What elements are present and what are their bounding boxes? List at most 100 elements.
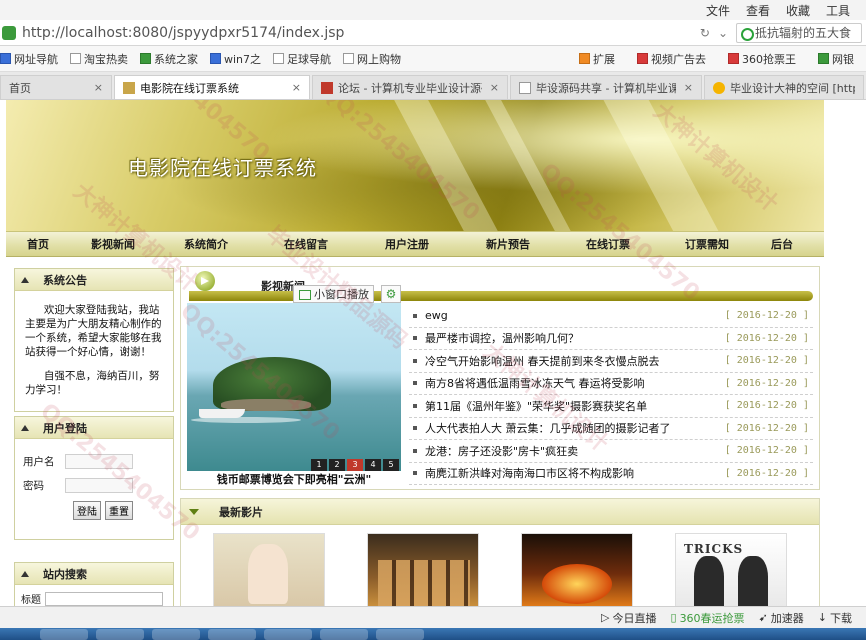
film-poster[interactable]	[367, 533, 479, 606]
notice-body: 欢迎大家登陆我站，我站主要是为广大朋友精心制作的一个系统，希望大家能够在我站获得…	[15, 291, 173, 397]
nav-register[interactable]: 用户注册	[356, 236, 458, 252]
page-icon	[70, 53, 81, 64]
bookmark-item[interactable]: 网址导航	[0, 51, 58, 67]
taskbar-button[interactable]	[152, 629, 200, 640]
spring-ticket-button[interactable]: ▯ 360春运抢票	[671, 610, 745, 626]
page-icon	[140, 53, 151, 64]
bookmark-item[interactable]: 足球导航	[273, 51, 331, 67]
list-item[interactable]: 龙港：房子还没影"房卡"疯狂卖[ 2016-12-20 ]	[409, 440, 813, 463]
menu-view[interactable]: 查看	[746, 2, 770, 19]
taskbar-button[interactable]	[40, 629, 88, 640]
download-button[interactable]: ↓ 下载	[818, 610, 852, 626]
bullet-icon	[413, 358, 417, 363]
slideshow-caption[interactable]: 钱币邮票博览会下即亮相"云洲"	[187, 471, 401, 489]
browser-menubar: 文件 查看 收藏 工具	[0, 0, 866, 20]
pager-button-active[interactable]: 3	[347, 459, 363, 471]
login-button[interactable]: 登陆	[73, 501, 101, 520]
bank-button[interactable]: 网银	[818, 51, 854, 67]
reset-button[interactable]: 重置	[105, 501, 133, 520]
list-item[interactable]: 最严楼市调控，温州影响几何？[ 2016-12-20 ]	[409, 328, 813, 350]
menu-file[interactable]: 文件	[706, 2, 730, 19]
tab-cinema[interactable]: 电影院在线订票系统 ×	[114, 75, 310, 99]
taskbar-button[interactable]	[96, 629, 144, 640]
video-ad-button[interactable]: 视频广告去	[637, 51, 706, 67]
nav-guestbook[interactable]: 在线留言	[256, 236, 356, 252]
dropdown-icon[interactable]: ⌄	[718, 26, 728, 40]
address-bar: http://localhost:8080/jspyydpxr5174/inde…	[0, 20, 866, 46]
nav-upcoming[interactable]: 新片预告	[458, 236, 558, 252]
login-heading: 用户登陆	[43, 421, 87, 435]
close-icon[interactable]: ×	[490, 81, 499, 94]
search-heading: 站内搜索	[43, 567, 87, 581]
nav-admin[interactable]: 后台	[756, 236, 808, 252]
search-box[interactable]: 抵抗辐射的五大食	[736, 22, 862, 43]
banner-decoration	[594, 100, 738, 231]
list-item[interactable]: 第11届《温州年鉴》"荣华奖"摄影赛获奖名单[ 2016-12-20 ]	[409, 395, 813, 418]
taskbar-button[interactable]	[376, 629, 424, 640]
accelerator-button[interactable]: ➹ 加速器	[759, 610, 804, 626]
list-item[interactable]: 冷空气开始影响温州 春天提前到来冬衣慢点脱去[ 2016-12-20 ]	[409, 350, 813, 373]
site-search-input[interactable]	[45, 591, 163, 606]
latest-films-section: 最新影片 TRICKS	[180, 498, 820, 606]
pager-button[interactable]: 4	[365, 459, 381, 471]
taskbar-button[interactable]	[320, 629, 368, 640]
menu-tools[interactable]: 工具	[826, 2, 850, 19]
bullet-icon	[413, 471, 417, 476]
triangle-icon	[21, 570, 29, 577]
poster-figure	[542, 564, 612, 604]
tab-source-share[interactable]: 毕设源码共享 - 计算机毕业课程设计 ×	[510, 75, 702, 99]
list-item[interactable]: 南方8省将遇低温雨雪冰冻天气 春运将受影响[ 2016-12-20 ]	[409, 373, 813, 395]
header-bar	[189, 291, 813, 301]
url-field[interactable]: http://localhost:8080/jspyydpxr5174/inde…	[22, 25, 700, 41]
tab-forum[interactable]: 论坛 - 计算机专业毕业设计源码网 ×	[312, 75, 508, 99]
refresh-icon[interactable]: ↻	[700, 26, 710, 40]
gear-icon[interactable]: ⚙	[381, 285, 401, 303]
nav-booking-notice[interactable]: 订票需知	[658, 236, 756, 252]
list-item[interactable]: ewg[ 2016-12-20 ]	[409, 305, 813, 328]
films-heading: 最新影片	[219, 505, 263, 519]
username-field[interactable]	[65, 453, 133, 469]
status-bar: ▷ 今日直播 ▯ 360春运抢票 ➹ 加速器 ↓ 下载	[0, 606, 866, 628]
taskbar-button[interactable]	[264, 629, 312, 640]
film-icon	[123, 81, 135, 94]
bookmark-item[interactable]: win7之	[210, 51, 261, 67]
tab-space[interactable]: 毕业设计大神的空间 [http://	[704, 75, 864, 99]
news-slideshow[interactable]: 1 2 3 4 5	[187, 303, 401, 471]
pager-button[interactable]: 1	[311, 459, 327, 471]
bookmark-item[interactable]: 淘宝热卖	[70, 51, 128, 67]
site-title: 电影院在线订票系统	[128, 156, 317, 180]
poster-title: TRICKS	[684, 542, 744, 556]
nav-booking[interactable]: 在线订票	[558, 236, 658, 252]
extensions-button[interactable]: 扩展	[579, 51, 615, 67]
list-item[interactable]: 人大代表拍人大 萧云集：几乎成随团的摄影记者了[ 2016-12-20 ]	[409, 418, 813, 440]
menu-favorites[interactable]: 收藏	[786, 2, 810, 19]
bookmark-item[interactable]: 系统之家	[140, 51, 198, 67]
notice-heading: 系统公告	[43, 273, 87, 287]
film-poster[interactable]	[213, 533, 325, 606]
bookmark-item[interactable]: 网上购物	[343, 51, 401, 67]
tab-strip: 首页 × 电影院在线订票系统 × 论坛 - 计算机专业毕业设计源码网 × 毕设源…	[0, 72, 866, 100]
close-icon[interactable]: ×	[292, 81, 301, 94]
search-title-label: 标题	[21, 595, 41, 606]
nav-about[interactable]: 系统简介	[156, 236, 256, 252]
tab-home[interactable]: 首页 ×	[0, 75, 112, 99]
login-box: 用户登陆 用户名 密码 登陆 重置	[14, 416, 174, 540]
nav-home[interactable]: 首页	[6, 236, 70, 252]
pager-button[interactable]: 2	[329, 459, 345, 471]
live-button[interactable]: ▷ 今日直播	[601, 610, 656, 626]
close-icon[interactable]: ×	[684, 81, 693, 94]
bank-icon	[818, 53, 829, 64]
list-item[interactable]: 南麂江新洪峰对海南海口市区将不构成影响[ 2016-12-20 ]	[409, 463, 813, 485]
pager-button[interactable]: 5	[383, 459, 399, 471]
play-icon	[195, 271, 215, 291]
film-poster[interactable]: TRICKS	[675, 533, 787, 606]
close-icon[interactable]: ×	[94, 81, 103, 94]
mini-window-play-button[interactable]: 小窗口播放	[293, 285, 374, 303]
ticket-grabber-button[interactable]: 360抢票王	[728, 51, 796, 67]
taskbar-button[interactable]	[208, 629, 256, 640]
password-field[interactable]	[65, 477, 133, 493]
film-poster[interactable]	[521, 533, 633, 606]
nav-news[interactable]: 影视新闻	[70, 236, 156, 252]
shield-icon	[2, 25, 16, 40]
main-content: 影视新闻 小窗口播放 ⚙ 1 2 3 4 5 钱币邮票博览会下即亮相"云洲" e…	[180, 266, 820, 606]
